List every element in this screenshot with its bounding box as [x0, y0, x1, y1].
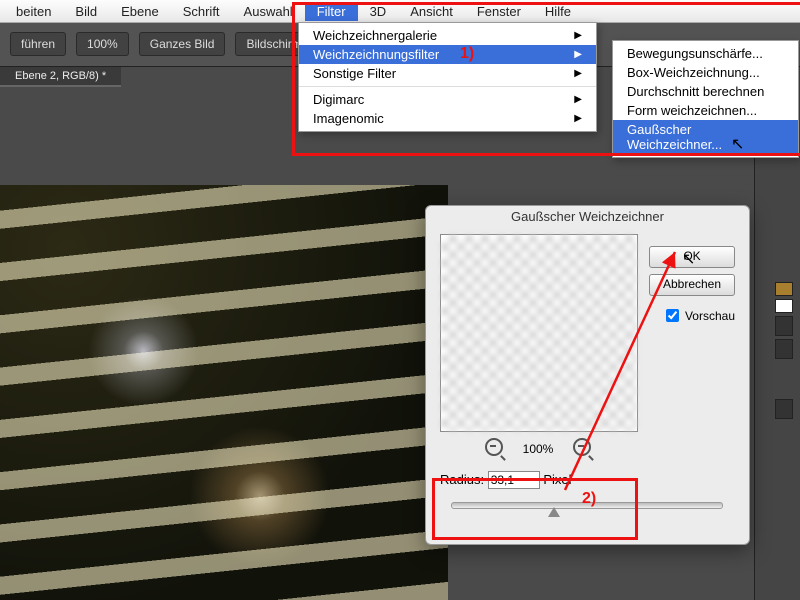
- dialog-title: Gaußscher Weichzeichner: [426, 209, 749, 224]
- zoom-out-icon[interactable]: [485, 438, 503, 456]
- toolbar-button[interactable]: führen: [10, 32, 66, 56]
- menu-type[interactable]: Schrift: [171, 2, 232, 21]
- menu-3d[interactable]: 3D: [358, 2, 399, 21]
- menu-item-shape-blur[interactable]: Form weichzeichnen...: [613, 101, 798, 120]
- menu-item-box-blur[interactable]: Box-Weichzeichnung...: [613, 63, 798, 82]
- menu-window[interactable]: Fenster: [465, 2, 533, 21]
- zoom-row: 100%: [440, 438, 636, 456]
- transparency-checker: [441, 235, 637, 431]
- zoom-level-button[interactable]: 100%: [76, 32, 129, 56]
- preview-checkbox[interactable]: [666, 309, 679, 322]
- menu-item-other-filters[interactable]: Sonstige Filter▶: [299, 64, 596, 83]
- menu-help[interactable]: Hilfe: [533, 2, 583, 21]
- layer-thumb[interactable]: [775, 339, 793, 359]
- menu-item-motion-blur[interactable]: Bewegungsunschärfe...: [613, 44, 798, 63]
- radius-row: Radius: Pixel: [440, 471, 572, 489]
- preview-area[interactable]: [440, 234, 638, 432]
- light-rays-overlay: [0, 185, 448, 600]
- chevron-right-icon: ▶: [574, 94, 582, 105]
- radius-unit: Pixel: [543, 472, 571, 487]
- radius-input[interactable]: [488, 471, 540, 489]
- menu-item-imagenomic[interactable]: Imagenomic▶: [299, 109, 596, 128]
- menu-item-blur-gallery[interactable]: Weichzeichnergalerie▶: [299, 26, 596, 45]
- menu-view[interactable]: Ansicht: [398, 2, 465, 21]
- document-tab[interactable]: Ebene 2, RGB/8) *: [0, 67, 121, 87]
- cancel-button[interactable]: Abbrechen: [649, 274, 735, 296]
- menu-item-digimarc[interactable]: Digimarc▶: [299, 90, 596, 109]
- menu-edit[interactable]: beiten: [4, 2, 63, 21]
- chevron-right-icon: ▶: [574, 30, 582, 41]
- zoom-value: 100%: [523, 442, 554, 456]
- layer-thumb[interactable]: [775, 316, 793, 336]
- layer-thumb[interactable]: [775, 299, 793, 313]
- menu-item-average[interactable]: Durchschnitt berechnen: [613, 82, 798, 101]
- color-swatch[interactable]: [775, 282, 793, 296]
- menu-select[interactable]: Auswahl: [232, 2, 305, 21]
- slider-thumb[interactable]: [548, 507, 560, 517]
- fit-button[interactable]: Ganzes Bild: [139, 32, 226, 56]
- preview-checkbox-label[interactable]: Vorschau: [662, 306, 735, 325]
- annotation-step-1: 1): [460, 45, 474, 63]
- blur-submenu: Bewegungsunschärfe... Box-Weichzeichnung…: [612, 40, 799, 158]
- radius-label: Radius:: [440, 472, 484, 487]
- chevron-right-icon: ▶: [574, 68, 582, 79]
- chevron-right-icon: ▶: [574, 49, 582, 60]
- ok-button[interactable]: OK: [649, 246, 735, 268]
- menu-filter[interactable]: Filter: [305, 2, 358, 21]
- annotation-step-2: 2): [582, 490, 596, 508]
- layer-thumb[interactable]: [775, 399, 793, 419]
- menu-item-blur-filters[interactable]: Weichzeichnungsfilter▶: [299, 45, 596, 64]
- menu-image[interactable]: Bild: [63, 2, 109, 21]
- canvas[interactable]: [0, 185, 448, 600]
- zoom-in-icon[interactable]: [573, 438, 591, 456]
- menu-layer[interactable]: Ebene: [109, 2, 171, 21]
- menubar: beiten Bild Ebene Schrift Auswahl Filter…: [0, 0, 800, 23]
- filter-dropdown: Weichzeichnergalerie▶ Weichzeichnungsfil…: [298, 22, 597, 132]
- chevron-right-icon: ▶: [574, 113, 582, 124]
- menu-item-gaussian-blur[interactable]: Gaußscher Weichzeichner...: [613, 120, 798, 154]
- menu-separator: [299, 86, 596, 87]
